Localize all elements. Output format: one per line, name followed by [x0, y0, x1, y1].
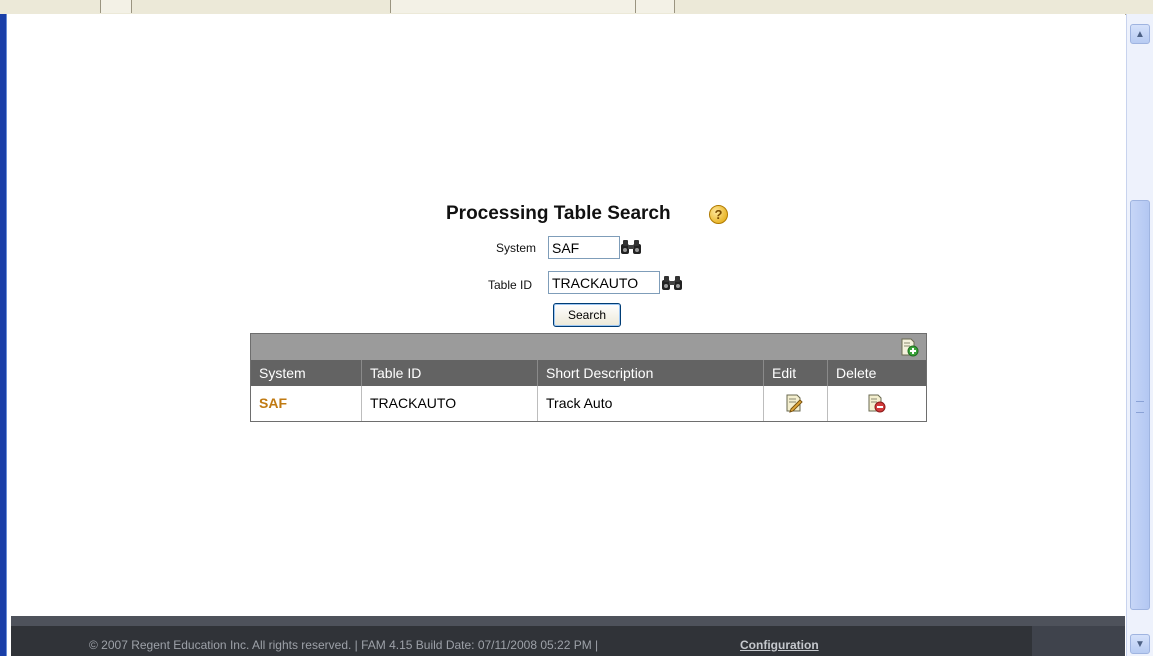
window-left-border	[0, 14, 11, 656]
binoculars-icon[interactable]	[661, 275, 683, 291]
cell-delete	[827, 386, 926, 421]
browser-tab-strip	[0, 0, 1153, 15]
browser-tab[interactable]	[635, 0, 675, 13]
search-button[interactable]: Search	[553, 303, 621, 327]
binoculars-icon[interactable]	[620, 239, 642, 255]
configuration-link[interactable]: Configuration	[740, 638, 819, 652]
vertical-scrollbar[interactable]: ▲ ▼	[1126, 14, 1153, 656]
delete-document-icon[interactable]	[866, 393, 886, 413]
scroll-thumb[interactable]	[1130, 200, 1150, 610]
system-input[interactable]	[548, 236, 620, 259]
table-id-label: Table ID	[488, 278, 533, 292]
cell-edit	[763, 386, 827, 421]
system-label: System	[496, 241, 537, 255]
cell-table-id: TRACKAUTO	[361, 386, 537, 421]
cell-short-description: Track Auto	[537, 386, 763, 421]
browser-tab-active[interactable]	[390, 0, 637, 13]
browser-tab[interactable]	[100, 0, 132, 13]
add-document-icon[interactable]	[899, 337, 919, 357]
scroll-up-button[interactable]: ▲	[1130, 24, 1150, 44]
column-header-edit: Edit	[763, 360, 827, 386]
edit-pencil-icon[interactable]	[784, 393, 804, 413]
scroll-down-button[interactable]: ▼	[1130, 634, 1150, 654]
column-header-system[interactable]: System	[251, 360, 361, 386]
page-title: Processing Table Search	[446, 203, 671, 224]
footer-copyright: © 2007 Regent Education Inc. All rights …	[89, 638, 599, 652]
footer: © 2007 Regent Education Inc. All rights …	[11, 616, 1125, 656]
cell-system: SAF	[251, 386, 361, 421]
column-header-table-id[interactable]: Table ID	[361, 360, 537, 386]
table-id-input[interactable]	[548, 271, 660, 294]
table-row: SAF TRACKAUTO Track Auto	[251, 386, 926, 421]
system-link[interactable]: SAF	[259, 395, 287, 411]
question-mark-icon[interactable]: ?	[709, 205, 728, 224]
column-header-delete: Delete	[827, 360, 926, 386]
table-toolbar	[251, 334, 926, 360]
results-table: System Table ID Short Description Edit D…	[250, 333, 927, 422]
table-header-row: System Table ID Short Description Edit D…	[251, 360, 926, 386]
column-header-short-description[interactable]: Short Description	[537, 360, 763, 386]
